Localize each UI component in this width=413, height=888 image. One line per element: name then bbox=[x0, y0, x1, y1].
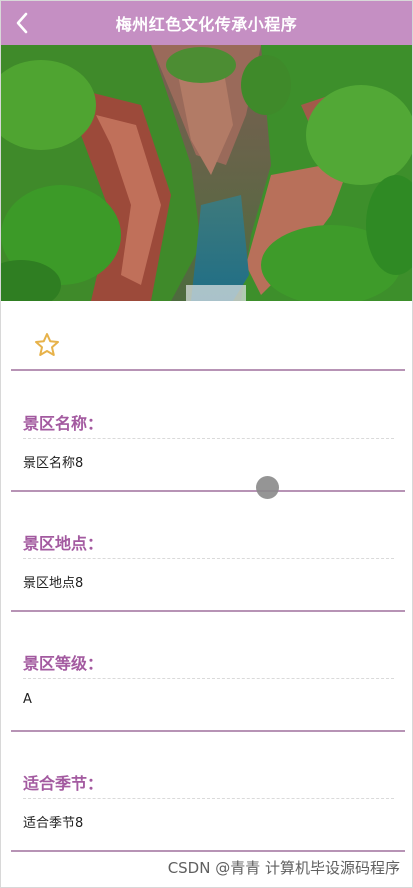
dashed-separator bbox=[23, 798, 394, 799]
dashed-separator bbox=[23, 678, 394, 679]
top-bar: 梅州红色文化传承小程序 bbox=[1, 1, 412, 45]
watermark: CSDN @青青 计算机毕设源码程序 bbox=[167, 859, 400, 877]
divider bbox=[11, 369, 405, 371]
scenic-photo-graphic bbox=[1, 45, 412, 301]
app-screen: 梅州红色文化传承小程序 景区名称： 景区名称8 景区地点： 景区地点8 景区等级… bbox=[0, 0, 413, 888]
divider bbox=[11, 850, 405, 852]
scenic-level-label: 景区等级： bbox=[23, 654, 104, 673]
season-label: 适合季节： bbox=[23, 774, 104, 793]
scenic-name-label: 景区名称： bbox=[23, 414, 104, 433]
dashed-separator bbox=[23, 438, 394, 439]
scenic-location-label: 景区地点： bbox=[23, 534, 104, 553]
divider bbox=[11, 610, 405, 612]
star-outline-icon bbox=[35, 333, 59, 356]
divider bbox=[11, 730, 405, 732]
dashed-separator bbox=[23, 558, 394, 559]
favorite-button[interactable] bbox=[34, 332, 60, 358]
scenic-level-value: A bbox=[23, 692, 32, 707]
scenic-photo bbox=[1, 45, 412, 301]
touch-indicator bbox=[256, 476, 279, 499]
season-value: 适合季节8 bbox=[23, 816, 84, 831]
divider bbox=[11, 490, 405, 492]
chevron-left-icon bbox=[16, 12, 28, 34]
page-title: 梅州红色文化传承小程序 bbox=[115, 15, 298, 34]
back-button[interactable] bbox=[11, 10, 33, 36]
scenic-name-value: 景区名称8 bbox=[23, 456, 84, 471]
scenic-location-value: 景区地点8 bbox=[23, 576, 84, 591]
